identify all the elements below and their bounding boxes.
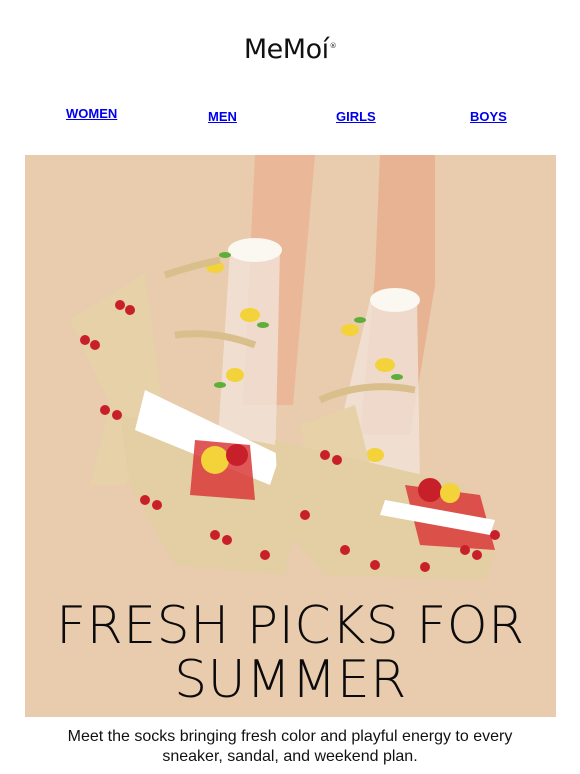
hero-headline-line1: FRESH PICKS FOR — [56, 596, 525, 656]
registered-mark: ® — [329, 42, 337, 50]
logo-text: MeMoí — [243, 34, 329, 65]
hero-headline-line2: SUMMER — [174, 650, 407, 710]
nav-link-girls[interactable]: GIRLS — [336, 109, 376, 124]
intro-paragraph: Meet the socks bringing fresh color and … — [67, 728, 513, 765]
nav-link-boys[interactable]: BOYS — [470, 109, 507, 124]
category-nav: WOMEN MEN GIRLS BOYS — [0, 106, 580, 128]
nav-link-women[interactable]: WOMEN — [66, 106, 117, 121]
hero-banner[interactable]: FRESH PICKS FOR SUMMER — [25, 155, 556, 717]
nav-link-men[interactable]: MEN — [208, 109, 237, 124]
memoi-logo[interactable]: MeMoí® — [0, 34, 580, 65]
email-header: MeMoí® — [0, 0, 580, 95]
